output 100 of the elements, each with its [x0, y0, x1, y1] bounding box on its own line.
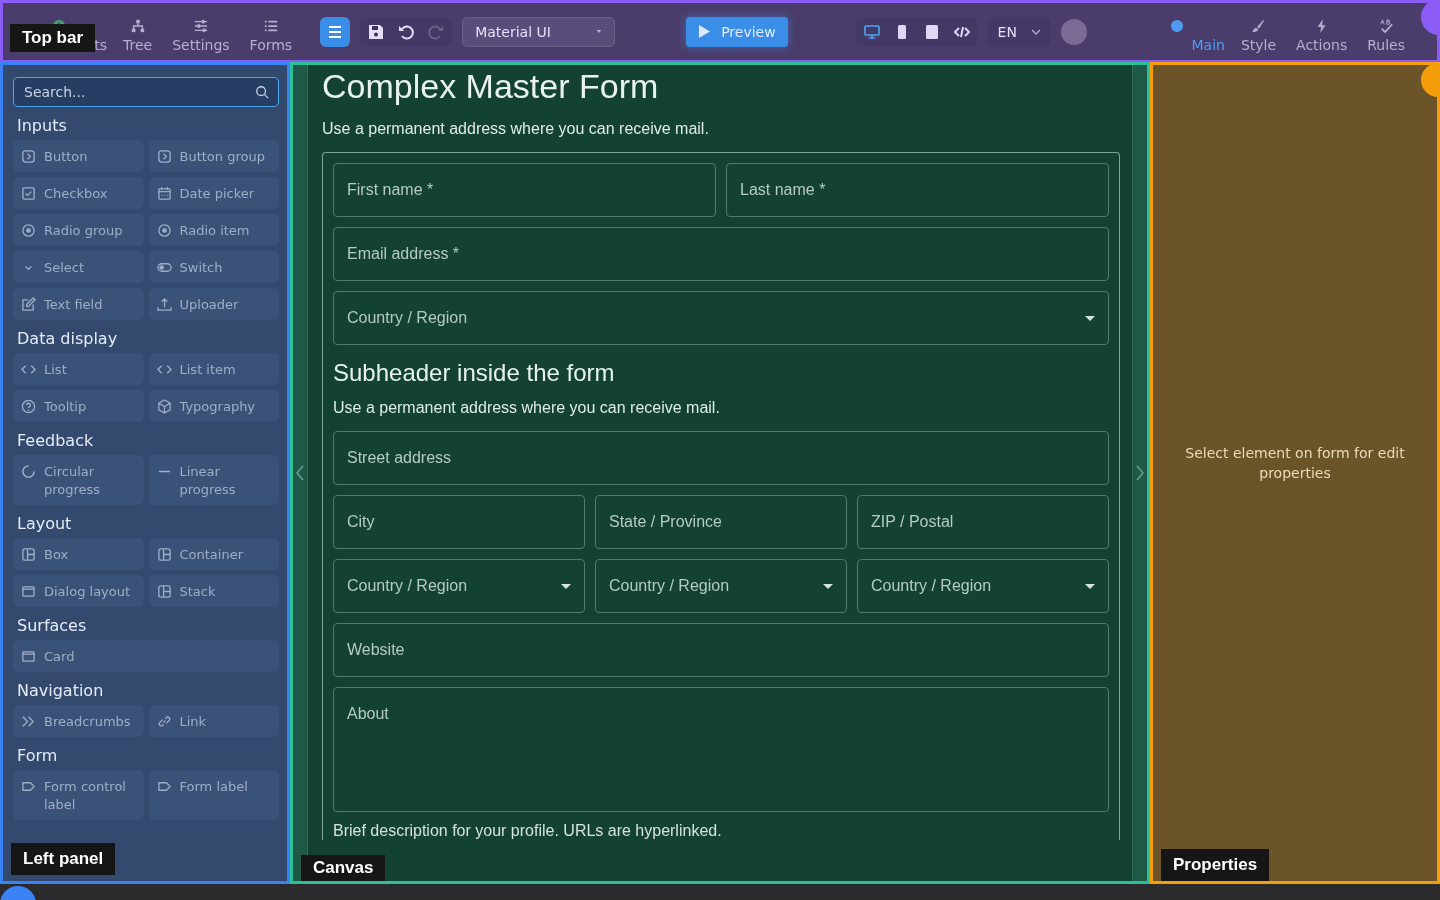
upload-icon: [156, 297, 172, 312]
panel-tab[interactable]: Rules: [1359, 10, 1413, 53]
chevron-down-icon: [1030, 28, 1041, 35]
layout-icon: [156, 547, 172, 562]
palette-item[interactable]: Switch: [148, 251, 279, 283]
layout-icon: [156, 584, 172, 599]
nav-tab[interactable]: Settings: [164, 10, 238, 53]
caret-icon: [1085, 583, 1095, 589]
group-title: Navigation: [17, 681, 105, 700]
double-chevron-icon: [21, 714, 36, 729]
theme-select[interactable]: Material UI: [462, 16, 616, 47]
select-field[interactable]: Country / Region: [333, 291, 1109, 345]
sliders-icon: [193, 18, 208, 33]
hierarchy-icon: [130, 18, 145, 33]
panel-tab[interactable]: Style: [1232, 10, 1285, 53]
palette-item[interactable]: Text field: [13, 288, 144, 320]
palette-item[interactable]: Linear progress: [148, 455, 279, 505]
select-field[interactable]: Country / Region: [595, 559, 847, 613]
region-tooltip: Left panel: [11, 843, 116, 875]
palette-item[interactable]: Form label: [148, 770, 279, 820]
group-title: Layout: [17, 514, 73, 533]
input-field[interactable]: ZIP / Postal: [857, 495, 1109, 549]
input-field[interactable]: Last name *: [726, 163, 1109, 217]
input-field[interactable]: Email address *: [333, 227, 1109, 281]
group-title: Inputs: [17, 116, 68, 135]
brush-icon: [1251, 18, 1266, 33]
radio-icon: [21, 223, 36, 238]
palette-item[interactable]: List item: [148, 353, 279, 385]
select-field[interactable]: Country / Region: [857, 559, 1109, 613]
section-heading: Subheader inside the form: [333, 359, 616, 387]
caret-icon: [561, 583, 571, 589]
input-field[interactable]: First name *: [333, 163, 716, 217]
nav-tab[interactable]: Tree: [115, 10, 161, 53]
chevron-square-icon: [21, 149, 36, 164]
palette-item[interactable]: Breadcrumbs: [13, 705, 144, 737]
chevron-left-icon[interactable]: [296, 465, 304, 481]
palette-item[interactable]: Tooltip: [13, 390, 144, 422]
tag-icon: [156, 779, 172, 794]
toggle-icon: [156, 260, 172, 275]
chevron-right-icon[interactable]: [1136, 465, 1144, 481]
palette-item[interactable]: Circular progress: [13, 455, 144, 505]
tag-icon: [21, 779, 36, 794]
radio-icon: [156, 223, 172, 238]
input-field[interactable]: City: [333, 495, 585, 549]
input-field[interactable]: Street address: [333, 431, 1109, 485]
input-field[interactable]: Website: [333, 623, 1109, 677]
palette-item[interactable]: Container: [148, 538, 279, 570]
caret-icon: [823, 583, 833, 589]
input-field[interactable]: State / Province: [595, 495, 847, 549]
palette-item[interactable]: Dialog layout: [13, 575, 144, 607]
palette-item[interactable]: Button group: [148, 140, 279, 172]
menu-icon: [327, 23, 344, 40]
palette-item[interactable]: Form control label: [13, 770, 144, 820]
panel-tab[interactable]: Main: [1128, 10, 1229, 53]
spinner-icon: [21, 464, 36, 479]
undo-icon[interactable]: [398, 23, 415, 40]
select-field[interactable]: Country / Region: [333, 559, 585, 613]
region-tooltip: Properties: [1161, 849, 1270, 881]
region-tooltip: Top bar: [10, 24, 96, 52]
palette-item[interactable]: Date picker: [148, 177, 279, 209]
menu-button[interactable]: [320, 16, 351, 47]
palette-item[interactable]: Button: [13, 140, 144, 172]
calendar-icon: [156, 186, 172, 201]
group-title: Feedback: [17, 431, 95, 450]
panel-tab[interactable]: Actions: [1288, 10, 1356, 53]
palette-item[interactable]: Radio group: [13, 214, 144, 246]
preview-button[interactable]: Preview: [686, 16, 788, 47]
palette-item[interactable]: Uploader: [148, 288, 279, 320]
nav-tab[interactable]: Forms: [241, 10, 301, 53]
palette-item[interactable]: Box: [13, 538, 144, 570]
window-icon: [21, 584, 36, 599]
palette-item[interactable]: Link: [148, 705, 279, 737]
cube-icon: [156, 399, 172, 414]
empty-message: Select element on form for edit properties: [1185, 444, 1405, 483]
palette-item[interactable]: Typography: [148, 390, 279, 422]
palette-item[interactable]: Card: [13, 640, 279, 672]
palette-item[interactable]: Checkbox: [13, 177, 144, 209]
edit-icon: [21, 297, 36, 312]
tablet-icon[interactable]: [923, 23, 940, 40]
desktop-icon[interactable]: [863, 23, 880, 40]
group-title: Form: [17, 746, 59, 765]
list-icon: [263, 18, 278, 33]
form-title: Complex Master Form: [322, 67, 660, 106]
section-description: Use a permanent address where you can receive mail.: [333, 399, 721, 417]
palette-item[interactable]: Stack: [148, 575, 279, 607]
caret-icon: [596, 30, 603, 33]
search-icon: [255, 85, 269, 99]
input-field[interactable]: About: [333, 687, 1109, 812]
group-title: Surfaces: [17, 616, 88, 635]
link-icon: [156, 714, 172, 729]
chevron-square-icon: [156, 149, 172, 164]
palette-item[interactable]: Radio item: [148, 214, 279, 246]
window-icon: [21, 649, 36, 664]
search-field[interactable]: Search...: [13, 77, 279, 107]
save-icon[interactable]: [368, 23, 385, 40]
palette-item[interactable]: List: [13, 353, 144, 385]
group-title: Data display: [17, 329, 119, 348]
language-select[interactable]: EN: [987, 16, 1051, 47]
palette-item[interactable]: Select: [13, 251, 144, 283]
checkbox-icon: [21, 186, 36, 201]
